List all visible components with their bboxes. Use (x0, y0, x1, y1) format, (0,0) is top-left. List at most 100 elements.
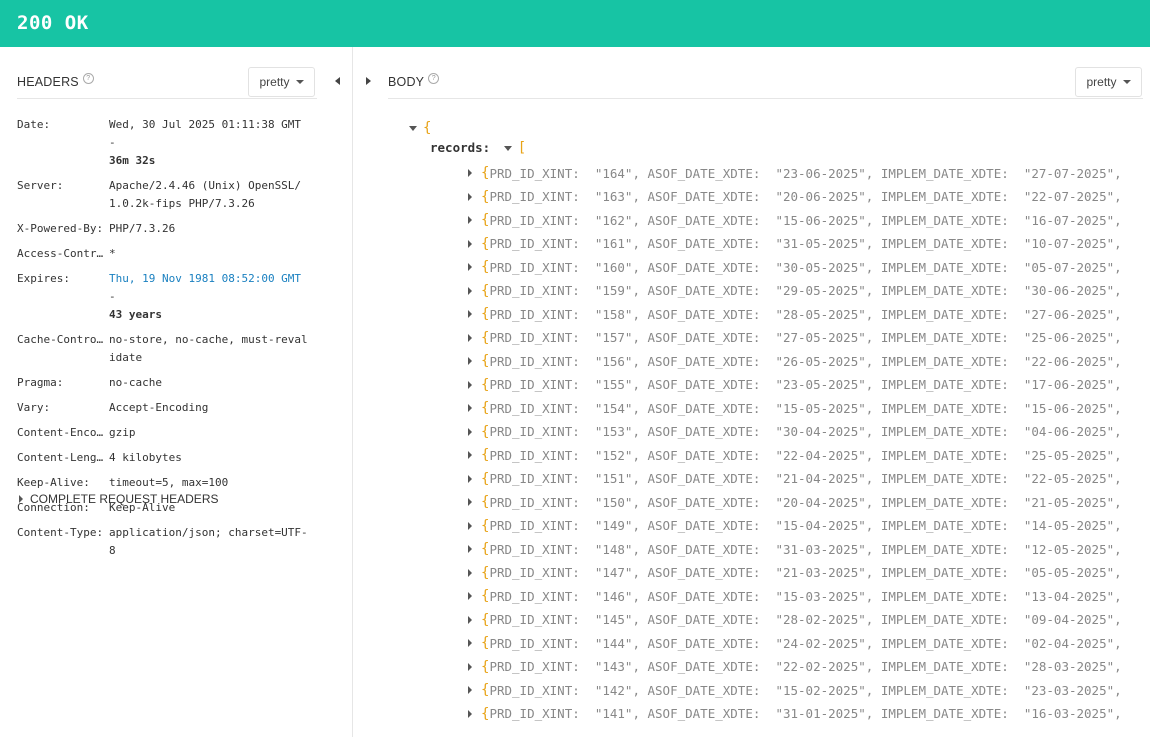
json-record-row[interactable]: {PRD_ID_XINT: "153", ASOF_DATE_XDTE: "30… (468, 424, 1122, 440)
header-row: Keep-Alive: timeout=5, max=100 (17, 474, 322, 492)
json-record-row[interactable]: {PRD_ID_XINT: "155", ASOF_DATE_XDTE: "23… (468, 377, 1122, 393)
json-value: "157", (594, 330, 640, 345)
expand-arrow-icon[interactable] (468, 427, 472, 436)
help-icon[interactable]: ? (428, 73, 440, 84)
json-record-row[interactable]: {PRD_ID_XINT: "144", ASOF_DATE_XDTE: "24… (468, 635, 1122, 651)
json-record-brace: { (481, 494, 490, 510)
json-record-row[interactable]: {PRD_ID_XINT: "160", ASOF_DATE_XDTE: "30… (468, 259, 1122, 275)
expand-arrow-icon[interactable] (468, 310, 472, 318)
expand-arrow-icon[interactable] (468, 474, 472, 483)
json-key: PRD_ID_XINT: (489, 682, 580, 698)
header-value-separator: - (109, 290, 116, 303)
body-pretty-dropdown[interactable]: pretty (1075, 67, 1142, 97)
json-value: "158", (594, 306, 640, 322)
status-bar: 200 OK (0, 0, 1150, 47)
header-value: application/json; charset=UTF-8 (109, 524, 314, 560)
expand-arrow-icon[interactable] (468, 169, 472, 177)
collapse-arrow-icon[interactable] (409, 126, 417, 131)
json-key: IMPLEM_DATE_XDTE: (880, 306, 1009, 322)
header-relative-time: 36m 32s (109, 154, 156, 167)
json-value: "28-02-2025", (775, 612, 874, 627)
json-value: "12-05-2025", (1023, 541, 1122, 557)
header-value-text: no-cache (109, 376, 162, 389)
json-record-row[interactable]: {PRD_ID_XINT: "162", ASOF_DATE_XDTE: "15… (468, 212, 1122, 228)
expand-arrow-icon[interactable] (468, 545, 472, 553)
header-value-text: gzip (109, 426, 136, 439)
json-key: PRD_ID_XINT: (489, 259, 580, 275)
header-name: Content-Enco… (17, 426, 104, 439)
headers-pretty-dropdown[interactable]: pretty (248, 67, 315, 97)
json-value: "144", (594, 635, 640, 651)
expand-arrow-icon[interactable] (468, 404, 472, 412)
json-record-row[interactable]: {PRD_ID_XINT: "163", ASOF_DATE_XDTE: "20… (468, 189, 1122, 205)
expand-arrow-icon[interactable] (468, 521, 472, 530)
json-value: "22-07-2025", (1023, 189, 1122, 204)
json-record-row[interactable]: {PRD_ID_XINT: "145", ASOF_DATE_XDTE: "28… (468, 612, 1122, 628)
json-record-row[interactable]: {PRD_ID_XINT: "161", ASOF_DATE_XDTE: "31… (468, 236, 1122, 252)
json-record-row[interactable]: {PRD_ID_XINT: "154", ASOF_DATE_XDTE: "15… (468, 400, 1122, 416)
expand-arrow-icon[interactable] (468, 192, 472, 201)
complete-request-headers-toggle[interactable]: COMPLETE REQUEST HEADERS (19, 492, 218, 506)
json-key: PRD_ID_XINT: (489, 330, 580, 345)
json-record-row[interactable]: {PRD_ID_XINT: "157", ASOF_DATE_XDTE: "27… (468, 330, 1122, 346)
expand-arrow-icon[interactable] (468, 263, 472, 271)
json-record-row[interactable]: {PRD_ID_XINT: "164", ASOF_DATE_XDTE: "23… (468, 165, 1122, 181)
expand-arrow-icon[interactable] (468, 380, 472, 389)
json-key: IMPLEM_DATE_XDTE: (880, 565, 1009, 580)
expand-arrow-icon[interactable] (468, 662, 472, 671)
help-icon[interactable]: ? (82, 73, 94, 84)
expand-arrow-icon[interactable] (468, 357, 472, 365)
expand-arrow-icon[interactable] (468, 592, 472, 600)
json-record-row[interactable]: {PRD_ID_XINT: "142", ASOF_DATE_XDTE: "15… (468, 682, 1122, 698)
json-record-row[interactable]: {PRD_ID_XINT: "150", ASOF_DATE_XDTE: "20… (468, 494, 1122, 510)
collapse-left-icon[interactable] (335, 77, 340, 85)
expand-arrow-icon[interactable] (468, 639, 472, 647)
json-value: "23-05-2025", (775, 377, 874, 392)
header-value-text: timeout=5, max=100 (109, 476, 229, 489)
json-records-line: records: [ (430, 140, 526, 156)
json-key: ASOF_DATE_XDTE: (647, 659, 761, 674)
json-record-row[interactable]: {PRD_ID_XINT: "147", ASOF_DATE_XDTE: "21… (468, 565, 1122, 581)
json-record-row[interactable]: {PRD_ID_XINT: "158", ASOF_DATE_XDTE: "28… (468, 306, 1122, 322)
json-record-row[interactable]: {PRD_ID_XINT: "151", ASOF_DATE_XDTE: "21… (468, 471, 1122, 487)
json-value: "156", (594, 353, 640, 369)
collapse-arrow-icon[interactable] (503, 146, 512, 151)
expand-arrow-icon[interactable] (468, 568, 472, 577)
expand-arrow-icon[interactable] (468, 498, 472, 506)
json-record-row[interactable]: {PRD_ID_XINT: "148", ASOF_DATE_XDTE: "31… (468, 541, 1122, 557)
expand-arrow-icon[interactable] (468, 451, 472, 459)
header-row: Content-Type: application/json; charset=U… (17, 524, 322, 560)
body-panel: BODY? pretty { records: [ {PRD_ID_XINT: … (353, 47, 1150, 737)
expand-arrow-icon[interactable] (468, 239, 472, 248)
complete-request-headers-label: COMPLETE REQUEST HEADERS (30, 492, 219, 506)
header-value: timeout=5, max=100 (109, 474, 314, 492)
collapse-right-icon[interactable] (366, 77, 371, 85)
json-key: ASOF_DATE_XDTE: (647, 682, 761, 698)
json-record-brace: { (481, 541, 490, 557)
json-key: PRD_ID_XINT: (489, 236, 580, 251)
json-record-brace: { (481, 658, 490, 675)
body-title: BODY? (388, 73, 440, 89)
expand-arrow-icon[interactable] (468, 615, 472, 624)
expand-arrow-icon[interactable] (468, 216, 472, 224)
json-record-row[interactable]: {PRD_ID_XINT: "156", ASOF_DATE_XDTE: "26… (468, 353, 1122, 369)
expand-arrow-icon[interactable] (468, 709, 472, 718)
expand-arrow-icon[interactable] (468, 286, 472, 295)
header-value-text: Thu, 19 Nov 1981 08:52:00 GMT (109, 272, 302, 285)
json-record-row[interactable]: {PRD_ID_XINT: "141", ASOF_DATE_XDTE: "31… (468, 706, 1122, 722)
json-key: PRD_ID_XINT: (489, 283, 580, 298)
expand-arrow-icon[interactable] (468, 686, 472, 694)
json-value: "04-06-2025", (1023, 424, 1122, 439)
header-value: Thu, 19 Nov 1981 08:52:00 GMT - 43 years (109, 270, 314, 324)
json-value: "13-04-2025", (1023, 588, 1122, 604)
header-value: PHP/7.3.26 (109, 220, 314, 238)
json-record-row[interactable]: {PRD_ID_XINT: "143", ASOF_DATE_XDTE: "22… (468, 659, 1122, 675)
json-value: "20-06-2025", (775, 189, 874, 204)
json-value: "152", (594, 447, 640, 463)
json-record-row[interactable]: {PRD_ID_XINT: "152", ASOF_DATE_XDTE: "22… (468, 447, 1122, 463)
json-record-row[interactable]: {PRD_ID_XINT: "149", ASOF_DATE_XDTE: "15… (468, 518, 1122, 534)
json-value: "22-04-2025", (775, 447, 874, 463)
json-record-row[interactable]: {PRD_ID_XINT: "159", ASOF_DATE_XDTE: "29… (468, 283, 1122, 299)
expand-arrow-icon[interactable] (468, 333, 472, 342)
json-record-row[interactable]: {PRD_ID_XINT: "146", ASOF_DATE_XDTE: "15… (468, 588, 1122, 604)
